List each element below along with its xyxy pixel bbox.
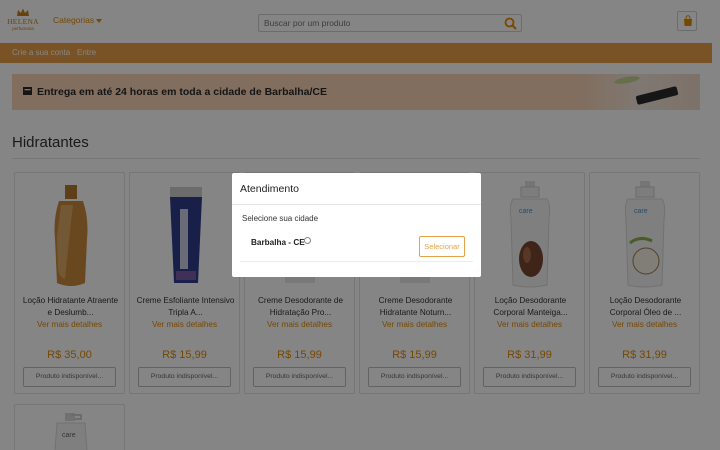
modal-divider [232, 204, 481, 205]
modal-footer-divider [240, 261, 473, 262]
city-radio[interactable] [304, 237, 311, 244]
modal-title: Atendimento [240, 183, 299, 195]
city-select-modal: Atendimento Selecione sua cidade Barbalh… [232, 173, 481, 277]
page: HELENA perfumaria Categorias Buscar por … [0, 0, 720, 450]
city-option-label[interactable]: Barbalha - CE [251, 238, 305, 247]
select-button[interactable]: Selecionar [419, 236, 465, 257]
modal-subtitle: Selecione sua cidade [242, 214, 319, 223]
